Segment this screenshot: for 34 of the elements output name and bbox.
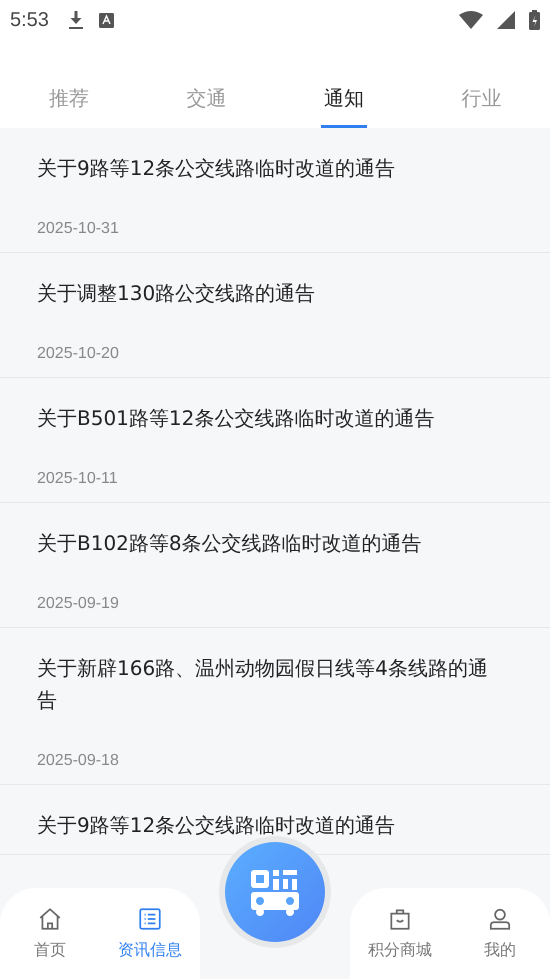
tab[interactable]: 行业 (458, 85, 504, 128)
notice-date: 2025-09-19 (37, 594, 120, 614)
notice-date: 2025-10-11 (37, 469, 119, 489)
person-icon (487, 906, 513, 932)
notice-title: 关于B102路等8条公交线路临时改道的通告 (37, 530, 423, 557)
nav-tab[interactable]: 积分商城 (350, 888, 450, 979)
notice-title: 关于9路等12条公交线路临时改道的通告 (37, 812, 396, 839)
signal-icon (497, 11, 515, 29)
wifi-icon (459, 11, 483, 29)
notice-title: 关于9路等12条公交线路临时改道的通告 (37, 155, 396, 182)
notice-title: 关于调整130路公交线路的通告 (37, 280, 316, 307)
notice-date: 2025-10-20 (37, 344, 120, 364)
notice-title: 关于B501路等12条公交线路临时改道的通告 (37, 405, 436, 432)
keyboard-app-icon (98, 12, 114, 28)
nav-tab[interactable]: 我的 (450, 888, 550, 979)
list-icon (137, 906, 163, 932)
home-icon (37, 906, 63, 932)
status-time: 5:53 (10, 8, 49, 32)
battery-icon (529, 10, 540, 30)
nav-label: 积分商城 (368, 940, 432, 961)
nav-label: 我的 (484, 940, 516, 961)
nav-tab[interactable]: 首页 (0, 888, 100, 979)
nav-label: 资讯信息 (118, 940, 182, 961)
tab[interactable]: 交通 (183, 85, 230, 128)
notice-title: 关于新辟166路、温州动物园假日线等4条线路的通告 (37, 655, 489, 714)
notice-date: 2025-10-31 (37, 219, 120, 239)
tab[interactable]: 通知 (320, 85, 367, 128)
nav-label: 首页 (34, 940, 66, 961)
scan-bus-button[interactable] (225, 842, 325, 942)
qr-bus-icon (249, 868, 301, 916)
download-icon (66, 10, 85, 30)
tab[interactable]: 推荐 (46, 85, 92, 128)
nav-tab[interactable]: 资讯信息 (100, 888, 200, 979)
notice-date: 2025-09-18 (37, 751, 120, 771)
